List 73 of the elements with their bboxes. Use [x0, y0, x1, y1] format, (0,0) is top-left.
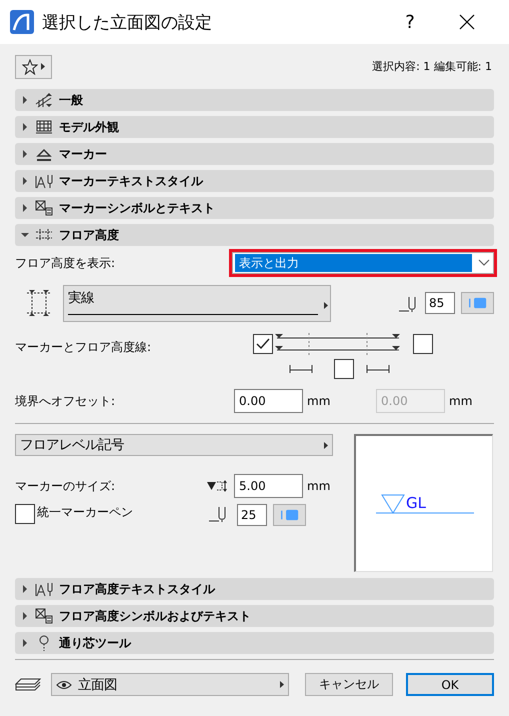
- expand-icon: [21, 150, 29, 158]
- pen-color-button[interactable]: [461, 292, 494, 314]
- symbol-text-icon: [35, 608, 53, 624]
- line-type-button[interactable]: 実線: [63, 284, 331, 322]
- section-header[interactable]: フロア高度シンボルおよびテキスト: [15, 605, 494, 627]
- field-label: 境界へオフセット:: [15, 392, 116, 410]
- floor-lines-icon: [35, 227, 53, 243]
- expand-icon: [21, 585, 29, 593]
- field-label: マーカーとフロア高度線:: [15, 339, 152, 356]
- unit-label: mm: [307, 479, 330, 493]
- field-label: マーカーのサイズ:: [15, 478, 116, 494]
- close-icon[interactable]: [459, 14, 475, 30]
- section-header[interactable]: 一般: [15, 89, 494, 111]
- color-swatch-icon: [280, 508, 299, 522]
- dimension-icon: [289, 364, 313, 374]
- check-icon: [256, 338, 270, 350]
- expand-icon: [21, 639, 29, 647]
- section-header[interactable]: マーカー: [15, 143, 494, 165]
- section-header[interactable]: モデル外観: [15, 116, 494, 138]
- unit-label: mm: [307, 394, 332, 408]
- help-button[interactable]: ?: [395, 12, 425, 32]
- symbol-dropdown[interactable]: フロアレベル記号: [15, 434, 333, 456]
- marker-size-icon: [206, 480, 228, 492]
- marker-size-field[interactable]: 5.00: [234, 474, 303, 498]
- caret-icon: [280, 681, 284, 688]
- section-header[interactable]: 通り芯ツール: [15, 632, 494, 654]
- checkbox[interactable]: [413, 334, 433, 354]
- expand-icon: [21, 612, 29, 620]
- caret-icon: [324, 442, 328, 448]
- caret-icon: [324, 302, 328, 308]
- section-header[interactable]: マーカーシンボルとテキスト: [15, 197, 494, 219]
- checkbox[interactable]: [15, 504, 35, 524]
- ok-button[interactable]: OK: [406, 673, 494, 696]
- expand-icon: [21, 96, 29, 104]
- text-style-icon: [35, 581, 53, 597]
- app-logo: [10, 10, 34, 34]
- checkbox[interactable]: [253, 334, 273, 354]
- collapse-icon: [21, 231, 29, 239]
- line-type-icon: [26, 289, 52, 317]
- chevron-icon: [478, 259, 490, 267]
- expand-icon: [21, 204, 29, 212]
- marker-text: GL: [406, 494, 426, 512]
- pen-icon: [209, 504, 227, 522]
- display-dropdown[interactable]: 表示と出力: [232, 252, 494, 274]
- selection-info: 選択内容: 1 編集可能: 1: [372, 59, 492, 74]
- marker-icon: [35, 146, 53, 162]
- field-label: フロア高度を表示:: [15, 254, 116, 272]
- pen-icon: [399, 294, 417, 312]
- cancel-button[interactable]: キャンセル: [305, 673, 393, 696]
- wall-pattern-icon: [35, 119, 53, 135]
- favorites-button[interactable]: [15, 54, 52, 78]
- pen-number-field[interactable]: 85: [425, 292, 455, 314]
- section-header[interactable]: フロア高度: [15, 224, 494, 246]
- pen-number-field[interactable]: 25: [237, 504, 267, 526]
- symbol-text-icon: [35, 200, 53, 216]
- offset-field[interactable]: 0.00: [234, 389, 303, 413]
- layers-icon: [15, 678, 41, 692]
- expand-icon: [21, 123, 29, 131]
- pen-color-button[interactable]: [273, 504, 306, 526]
- expand-icon: [21, 177, 29, 185]
- text-style-icon: [35, 173, 53, 189]
- section-header[interactable]: マーカーテキストスタイル: [15, 170, 494, 192]
- dimension-icon: [366, 364, 390, 374]
- star-icon: [22, 58, 38, 74]
- caret-icon: [41, 63, 45, 70]
- color-swatch-icon: [468, 296, 487, 310]
- checkbox[interactable]: [334, 359, 354, 379]
- checkbox-label: 統一マーカーペン: [37, 504, 134, 521]
- window-title: 選択した立面図の設定: [42, 12, 213, 34]
- layer-dropdown[interactable]: 立面図: [51, 673, 289, 696]
- unit-label: mm: [449, 394, 472, 408]
- section-header[interactable]: フロア高度テキストスタイル: [15, 578, 494, 600]
- eye-icon: [56, 680, 72, 690]
